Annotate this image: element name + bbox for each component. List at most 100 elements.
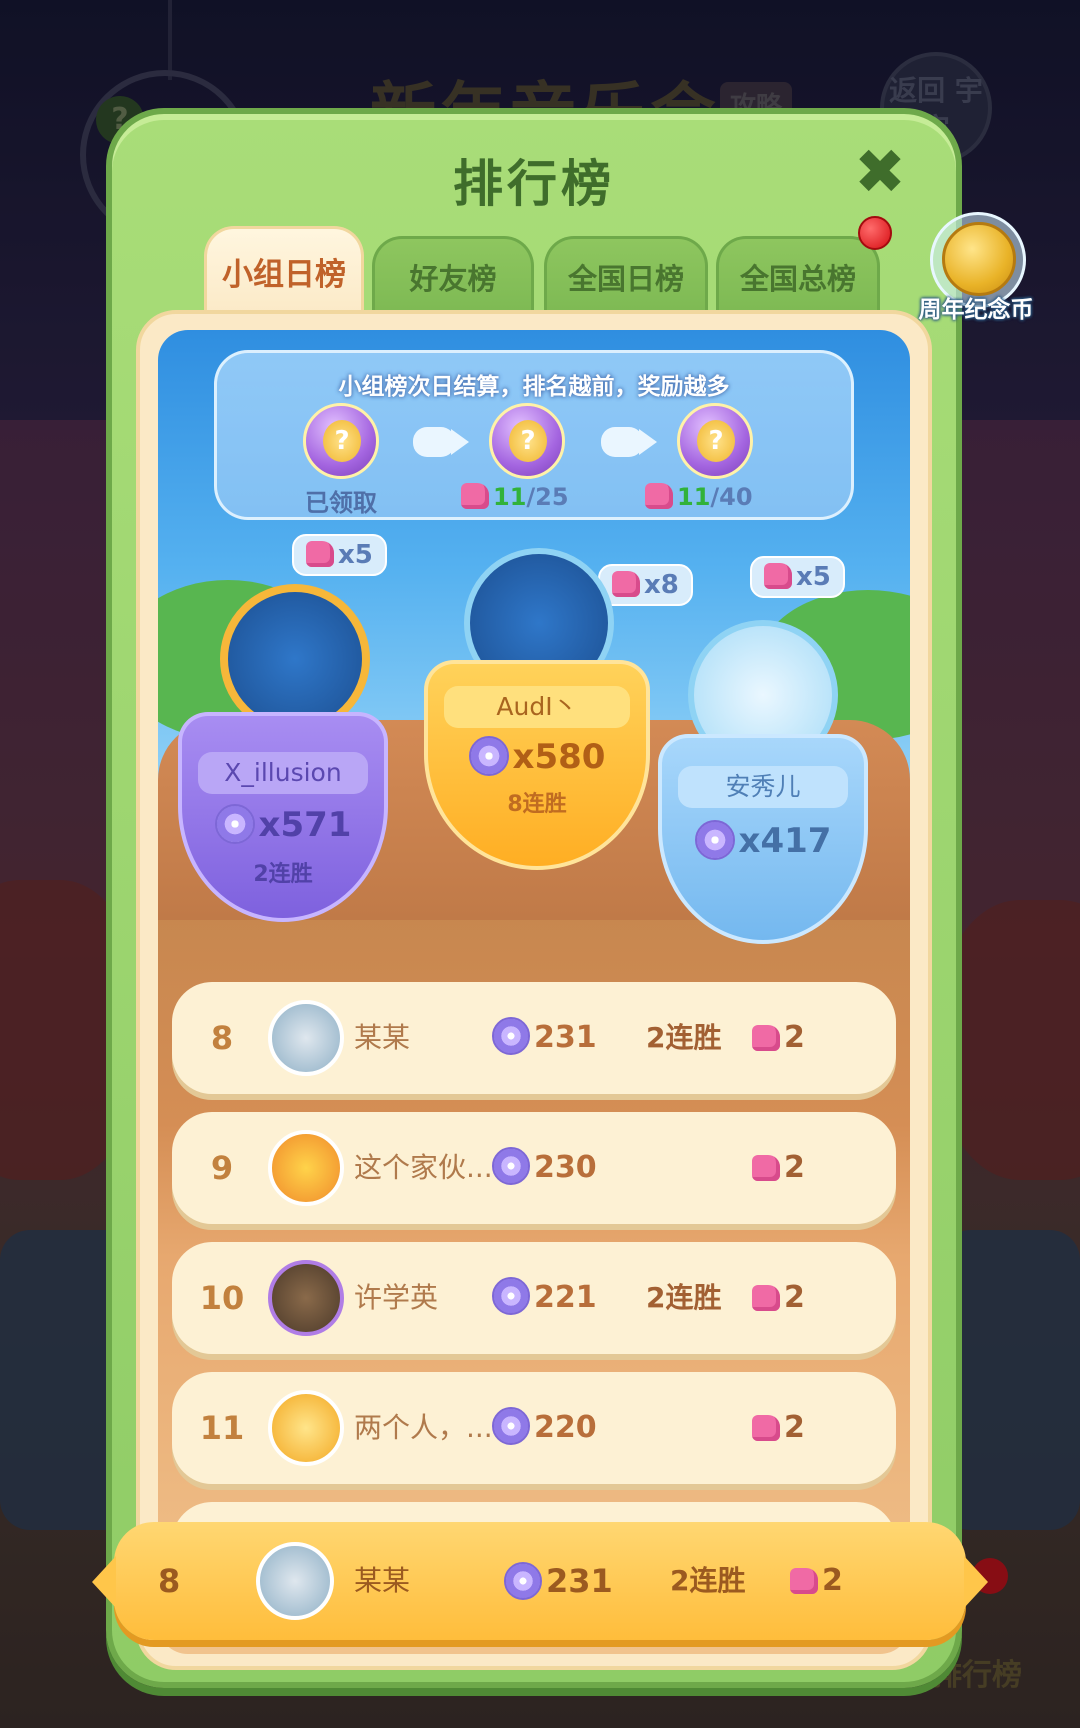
modal-title: 排行榜 (453, 155, 615, 213)
my-name: 某某 (354, 1564, 411, 1597)
puzzle-piece-icon (306, 541, 334, 567)
list-pieces-count: 2 (784, 1410, 805, 1445)
list-item[interactable]: 11 两个人，... 220 2 (172, 1372, 896, 1484)
reward-chest-2[interactable]: ? (489, 403, 565, 479)
list-score-value: 231 (534, 1020, 597, 1055)
reward-3-need: /40 (710, 483, 753, 511)
list-item[interactable]: 10 许学英 221 2连胜 2 (172, 1242, 896, 1354)
list-score-value: 220 (534, 1410, 597, 1445)
disc-icon (468, 736, 509, 776)
reward-2-need: /25 (526, 483, 569, 511)
disc-icon (492, 1147, 530, 1185)
podium-2-name: X_illusion (198, 752, 368, 794)
podium-2-pieces-count: x5 (338, 540, 373, 570)
disc-icon (694, 820, 735, 860)
disc-icon (492, 1277, 530, 1315)
reward-3-progress: 11/40 (645, 483, 753, 511)
list-rank: 10 (199, 1279, 245, 1317)
list-rank: 8 (210, 1019, 234, 1057)
tab-national-daily[interactable]: 全国日榜 (544, 236, 708, 316)
disc-icon (214, 804, 255, 844)
reward-2-progress: 11/25 (461, 483, 569, 511)
avatar[interactable] (268, 1390, 344, 1466)
notification-dot (858, 216, 892, 250)
reward-2-have: 11 (493, 483, 527, 511)
puzzle-piece-icon (752, 1025, 780, 1051)
podium-3-pieces: x5 (750, 556, 845, 598)
puzzle-piece-icon (612, 571, 640, 597)
disc-icon (504, 1562, 542, 1600)
anniversary-coin-icon (942, 222, 1016, 296)
disc-icon (492, 1017, 530, 1055)
list-score-value: 230 (534, 1150, 597, 1185)
list-score: 231 (492, 982, 597, 1094)
podium-2-pieces: x5 (292, 534, 387, 576)
my-score-value: 231 (546, 1562, 613, 1600)
tab-national-total[interactable]: 全国总榜 (716, 236, 880, 316)
mystery-reward-icon: ? (509, 420, 547, 462)
list-streak: 2连胜 (646, 1021, 722, 1054)
puzzle-piece-icon (764, 563, 792, 589)
reward-1-status: 已领取 (305, 489, 377, 517)
puzzle-piece-icon (645, 483, 673, 509)
list-score: 221 (492, 1242, 597, 1354)
list-item[interactable]: 8 某某 231 2连胜 2 (172, 982, 896, 1094)
podium-1-score: x580 (428, 736, 646, 777)
arrow-right-icon (601, 427, 657, 457)
list-pieces-count: 2 (784, 1280, 805, 1315)
podium-2-score: x571 (182, 804, 384, 845)
disc-icon (492, 1407, 530, 1445)
reward-chest-3[interactable]: ? (677, 403, 753, 479)
list-pieces-count: 2 (784, 1020, 805, 1055)
podium-3-score: x417 (662, 820, 864, 861)
list-name: 某某 (354, 1021, 411, 1054)
podium-3-score-value: x417 (738, 821, 832, 861)
my-streak: 2连胜 (670, 1564, 746, 1597)
avatar[interactable] (268, 1260, 344, 1336)
list-score: 220 (492, 1372, 597, 1484)
list-pieces: 2 (752, 1112, 805, 1224)
bar-tip-right (964, 1556, 988, 1608)
podium-1-score-value: x580 (512, 737, 606, 777)
puzzle-piece-icon (752, 1285, 780, 1311)
my-rank-bar[interactable]: 8 某某 231 2连胜 2 (92, 1522, 988, 1640)
puzzle-piece-icon (752, 1415, 780, 1441)
bar-tip-left (92, 1556, 116, 1608)
list-item[interactable]: 9 这个家伙... 230 2 (172, 1112, 896, 1224)
my-pieces: 2 (790, 1522, 843, 1640)
list-name: 这个家伙... (354, 1151, 493, 1184)
anniversary-coin-button[interactable]: 周年纪念币 (906, 212, 1046, 332)
arrow-right-icon (413, 427, 469, 457)
leaderboard-modal: 排行榜 ✖ 小组日榜 好友榜 全国日榜 全国总榜 周年纪念币 小组榜次日结算，排… (106, 108, 1034, 1688)
my-pieces-count: 2 (822, 1563, 843, 1598)
tab-group-daily[interactable]: 小组日榜 (204, 226, 364, 318)
avatar[interactable] (256, 1542, 334, 1620)
tab-friends[interactable]: 好友榜 (372, 236, 534, 316)
list-pieces: 2 (752, 1372, 805, 1484)
podium-1-streak: 8连胜 (507, 792, 567, 817)
list-rank: 9 (210, 1149, 234, 1187)
list-pieces: 2 (752, 982, 805, 1094)
list-rank: 11 (199, 1409, 245, 1447)
avatar[interactable] (268, 1000, 344, 1076)
list-pieces-count: 2 (784, 1150, 805, 1185)
podium-2-streak: 2连胜 (253, 862, 313, 887)
podium-1-name: AudI丶 (444, 686, 630, 728)
podium-3-pieces-count: x5 (796, 562, 831, 592)
list-name: 许学英 (354, 1281, 439, 1314)
avatar[interactable] (268, 1130, 344, 1206)
podium-3-name: 安秀儿 (678, 766, 848, 808)
anniversary-coin-label: 周年纪念币 (918, 297, 1034, 323)
reward-3-have: 11 (677, 483, 711, 511)
podium-1-pieces-count: x8 (644, 570, 679, 600)
my-rank: 8 (158, 1562, 181, 1600)
mystery-reward-icon: ? (323, 420, 361, 462)
reward-banner: 小组榜次日结算，排名越前，奖励越多 ? 已领取 ? 11/25 ? 11/40 (214, 350, 854, 520)
list-pieces: 2 (752, 1242, 805, 1354)
podium-1-pieces: x8 (598, 564, 693, 606)
puzzle-piece-icon (461, 483, 489, 509)
reward-chest-1[interactable]: ? (303, 403, 379, 479)
puzzle-piece-icon (790, 1568, 818, 1594)
list-score-value: 221 (534, 1280, 597, 1315)
close-icon[interactable]: ✖ (848, 141, 912, 206)
